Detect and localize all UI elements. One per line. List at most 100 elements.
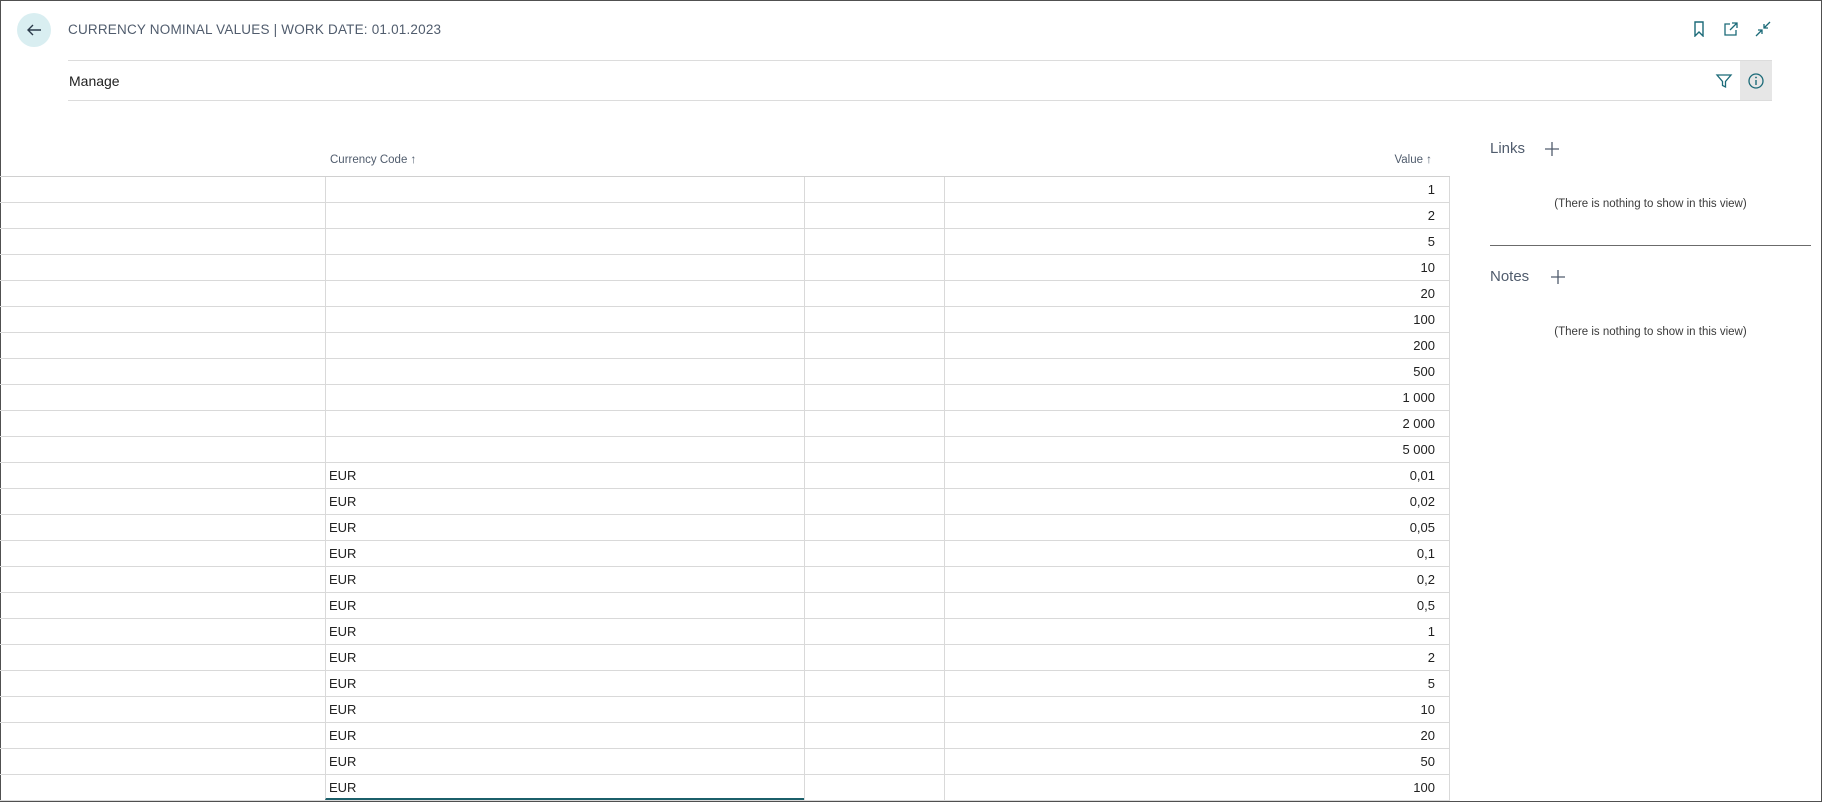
manage-menu[interactable]: Manage xyxy=(69,73,120,89)
empty-cell[interactable] xyxy=(804,203,944,228)
currency-code-cell[interactable]: EUR xyxy=(325,541,804,566)
table-row[interactable]: EUR 5 xyxy=(0,671,1450,697)
row-select-cell[interactable] xyxy=(0,255,325,280)
column-header-value[interactable]: Value ↑ xyxy=(1394,152,1432,166)
currency-code-cell[interactable]: EUR xyxy=(325,489,804,514)
empty-cell[interactable] xyxy=(804,489,944,514)
row-select-cell[interactable] xyxy=(0,723,325,748)
currency-code-cell[interactable]: EUR xyxy=(325,697,804,722)
value-cell[interactable]: 200 xyxy=(944,333,1450,358)
table-row[interactable]: EUR 20 xyxy=(0,723,1450,749)
bookmark-button[interactable] xyxy=(1690,20,1708,38)
filter-button[interactable] xyxy=(1714,71,1734,91)
currency-code-cell[interactable]: EUR xyxy=(325,749,804,774)
empty-cell[interactable] xyxy=(804,723,944,748)
value-cell[interactable]: 10 xyxy=(944,255,1450,280)
open-in-new-window-button[interactable] xyxy=(1722,20,1740,38)
empty-cell[interactable] xyxy=(804,645,944,670)
row-select-cell[interactable] xyxy=(0,749,325,774)
value-cell[interactable]: 2 xyxy=(944,203,1450,228)
table-row[interactable]: EUR 10 xyxy=(0,697,1450,723)
empty-cell[interactable] xyxy=(804,567,944,592)
row-select-cell[interactable] xyxy=(0,359,325,384)
currency-code-cell[interactable]: EUR xyxy=(325,463,804,488)
value-cell[interactable]: 1 xyxy=(944,177,1450,202)
row-select-cell[interactable] xyxy=(0,515,325,540)
value-cell[interactable]: 5 xyxy=(944,229,1450,254)
table-row[interactable]: EUR 0,1 xyxy=(0,541,1450,567)
table-row[interactable]: 200 xyxy=(0,333,1450,359)
empty-cell[interactable] xyxy=(804,619,944,644)
table-row[interactable]: EUR 0,5 xyxy=(0,593,1450,619)
value-cell[interactable]: 5 000 xyxy=(944,437,1450,462)
value-cell[interactable]: 0,5 xyxy=(944,593,1450,618)
table-row[interactable]: EUR 50 xyxy=(0,749,1450,775)
currency-code-cell[interactable] xyxy=(325,411,804,436)
currency-code-cell[interactable] xyxy=(325,281,804,306)
table-row[interactable]: EUR 0,05 xyxy=(0,515,1450,541)
value-cell[interactable]: 2 xyxy=(944,645,1450,670)
row-select-cell[interactable] xyxy=(0,775,325,800)
empty-cell[interactable] xyxy=(804,541,944,566)
empty-cell[interactable] xyxy=(804,749,944,774)
currency-code-cell[interactable]: EUR xyxy=(325,567,804,592)
table-row[interactable]: EUR 1 xyxy=(0,619,1450,645)
table-row[interactable]: EUR 0,2 xyxy=(0,567,1450,593)
table-row[interactable]: EUR 100 xyxy=(0,775,1450,801)
currency-code-cell[interactable]: EUR xyxy=(325,515,804,540)
empty-cell[interactable] xyxy=(804,775,944,800)
value-cell[interactable]: 20 xyxy=(944,723,1450,748)
value-cell[interactable]: 5 xyxy=(944,671,1450,696)
table-row[interactable]: 2 xyxy=(0,203,1450,229)
row-select-cell[interactable] xyxy=(0,619,325,644)
value-cell[interactable]: 0,02 xyxy=(944,489,1450,514)
currency-code-cell[interactable] xyxy=(325,203,804,228)
row-select-cell[interactable] xyxy=(0,593,325,618)
table-row[interactable]: 2 000 xyxy=(0,411,1450,437)
value-cell[interactable]: 0,1 xyxy=(944,541,1450,566)
table-row[interactable]: 500 xyxy=(0,359,1450,385)
add-note-button[interactable] xyxy=(1548,267,1568,287)
row-select-cell[interactable] xyxy=(0,671,325,696)
table-row[interactable]: EUR 0,01 xyxy=(0,463,1450,489)
table-row[interactable]: 20 xyxy=(0,281,1450,307)
currency-code-cell[interactable] xyxy=(325,437,804,462)
info-button[interactable] xyxy=(1740,61,1772,100)
currency-code-cell[interactable] xyxy=(325,333,804,358)
empty-cell[interactable] xyxy=(804,359,944,384)
currency-code-cell[interactable]: EUR xyxy=(325,645,804,670)
empty-cell[interactable] xyxy=(804,333,944,358)
currency-code-cell[interactable] xyxy=(325,229,804,254)
currency-code-cell[interactable] xyxy=(325,359,804,384)
empty-cell[interactable] xyxy=(804,515,944,540)
empty-cell[interactable] xyxy=(804,385,944,410)
currency-code-cell[interactable]: EUR xyxy=(325,593,804,618)
value-cell[interactable]: 100 xyxy=(944,775,1450,800)
value-cell[interactable]: 20 xyxy=(944,281,1450,306)
empty-cell[interactable] xyxy=(804,437,944,462)
empty-cell[interactable] xyxy=(804,411,944,436)
row-select-cell[interactable] xyxy=(0,437,325,462)
empty-cell[interactable] xyxy=(804,593,944,618)
currency-code-cell[interactable]: EUR xyxy=(325,775,804,800)
value-cell[interactable]: 500 xyxy=(944,359,1450,384)
empty-cell[interactable] xyxy=(804,229,944,254)
value-cell[interactable]: 50 xyxy=(944,749,1450,774)
row-select-cell[interactable] xyxy=(0,489,325,514)
row-select-cell[interactable] xyxy=(0,177,325,202)
empty-cell[interactable] xyxy=(804,255,944,280)
table-row[interactable]: 5 xyxy=(0,229,1450,255)
row-select-cell[interactable] xyxy=(0,307,325,332)
empty-cell[interactable] xyxy=(804,177,944,202)
value-cell[interactable]: 0,2 xyxy=(944,567,1450,592)
row-select-cell[interactable] xyxy=(0,411,325,436)
collapse-button[interactable] xyxy=(1754,20,1772,38)
currency-code-cell[interactable]: EUR xyxy=(325,619,804,644)
currency-code-cell[interactable]: EUR xyxy=(325,723,804,748)
table-row[interactable]: 10 xyxy=(0,255,1450,281)
add-link-button[interactable] xyxy=(1542,139,1562,159)
currency-code-cell[interactable] xyxy=(325,255,804,280)
empty-cell[interactable] xyxy=(804,671,944,696)
column-header-currency-code[interactable]: Currency Code ↑ xyxy=(330,152,416,166)
empty-cell[interactable] xyxy=(804,307,944,332)
